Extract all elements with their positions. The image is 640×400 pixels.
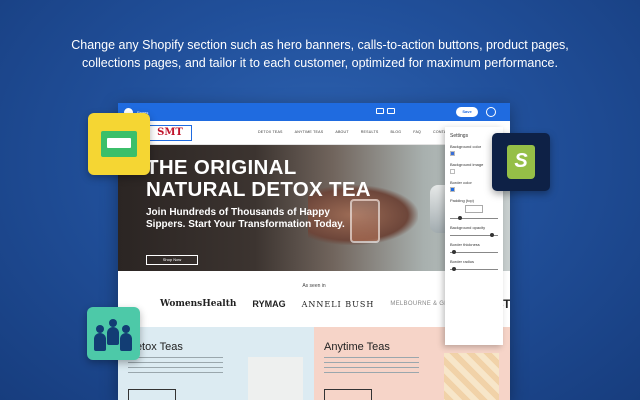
anytime-teas-title: Anytime Teas (324, 341, 390, 353)
bg-color-setting[interactable]: Background color (450, 144, 498, 156)
image-picker[interactable] (450, 169, 455, 174)
press-logo: WomensHealth (160, 299, 237, 309)
editor-toolbar: Pages Save (118, 103, 510, 121)
padding-slider[interactable] (450, 216, 498, 220)
border-color-label: Border color (450, 180, 472, 185)
device-toggle[interactable] (376, 108, 395, 114)
anytime-teas-text (324, 357, 419, 375)
bg-color-label: Background color (450, 144, 482, 149)
hero-subtitle-line-1: Join Hundreds of Thousands of Happy (146, 207, 330, 218)
bag-shape: S (507, 145, 535, 179)
bag-letter: S (514, 150, 528, 172)
press-logo: RYMAG (252, 299, 286, 309)
hero-title: THE ORIGINAL NATURAL DETOX TEA (146, 157, 371, 201)
border-color-setting[interactable]: Border color (450, 180, 498, 192)
hero-subtitle: Join Hundreds of Thousands of Happy Sipp… (146, 207, 345, 231)
team-people-icon (87, 307, 140, 360)
padding-label: Padding (top) (450, 198, 475, 203)
editor-screen-icon (88, 113, 150, 175)
color-swatch[interactable] (450, 187, 455, 192)
detox-teas-button[interactable] (128, 389, 176, 400)
border-radius-label: Border radius (450, 259, 475, 264)
padding-setting[interactable]: Padding (top) (450, 198, 498, 220)
person-shape (120, 325, 132, 351)
color-swatch[interactable] (450, 151, 455, 156)
nav-link[interactable]: RESULTS (361, 130, 379, 134)
settings-title: Settings (450, 133, 469, 139)
hero-title-line-1: THE ORIGINAL (146, 156, 297, 179)
padding-input[interactable] (465, 205, 483, 213)
anytime-teas-button[interactable] (324, 389, 372, 400)
nav-link[interactable]: DETOX TEAS (258, 130, 283, 134)
bg-image-setting[interactable]: Background image (450, 162, 498, 174)
nav-link[interactable]: ANYTIME TEAS (295, 130, 324, 134)
desktop-icon[interactable] (376, 108, 384, 114)
person-shape (94, 325, 106, 351)
detox-teas-text (128, 357, 223, 375)
shop-now-button[interactable]: Shop Now (146, 255, 198, 265)
save-button[interactable]: Save (456, 107, 478, 117)
mobile-icon[interactable] (387, 108, 395, 114)
border-radius-setting[interactable]: Border radius (450, 259, 498, 271)
nav-link[interactable]: BLOG (390, 130, 401, 134)
screen-shape (101, 131, 137, 157)
detox-teas-image (248, 357, 303, 400)
hero-subtitle-line-2: Sippers. Start Your Transformation Today… (146, 219, 345, 230)
site-logo[interactable]: SMT (148, 125, 192, 141)
nav-link[interactable]: FAQ (413, 130, 421, 134)
nav-link[interactable]: ABOUT (335, 130, 348, 134)
border-thickness-setting[interactable]: Border thickness (450, 242, 498, 254)
border-thickness-label: Border thickness (450, 242, 480, 247)
user-avatar[interactable] (486, 107, 496, 117)
headline-line-2: collections pages, and tailor it to each… (82, 56, 558, 70)
press-logo: ANNELI BUSH (301, 299, 375, 309)
detox-teas-card[interactable]: Detox Teas (118, 327, 314, 400)
headline-line-1: Change any Shopify section such as hero … (71, 38, 569, 52)
person-shape (107, 319, 119, 345)
hero-title-line-2: NATURAL DETOX TEA (146, 178, 371, 201)
bg-image-label: Background image (450, 162, 484, 167)
radius-slider[interactable] (450, 267, 498, 271)
anytime-teas-image (444, 353, 499, 400)
opacity-slider[interactable] (450, 233, 498, 237)
hero-photo-jar (350, 199, 380, 243)
bg-opacity-label: Background opacity (450, 225, 486, 230)
shopify-bag-icon: S (492, 133, 550, 191)
headline: Change any Shopify section such as hero … (40, 36, 600, 72)
bg-opacity-setting[interactable]: Background opacity (450, 225, 498, 237)
thickness-slider[interactable] (450, 250, 498, 254)
